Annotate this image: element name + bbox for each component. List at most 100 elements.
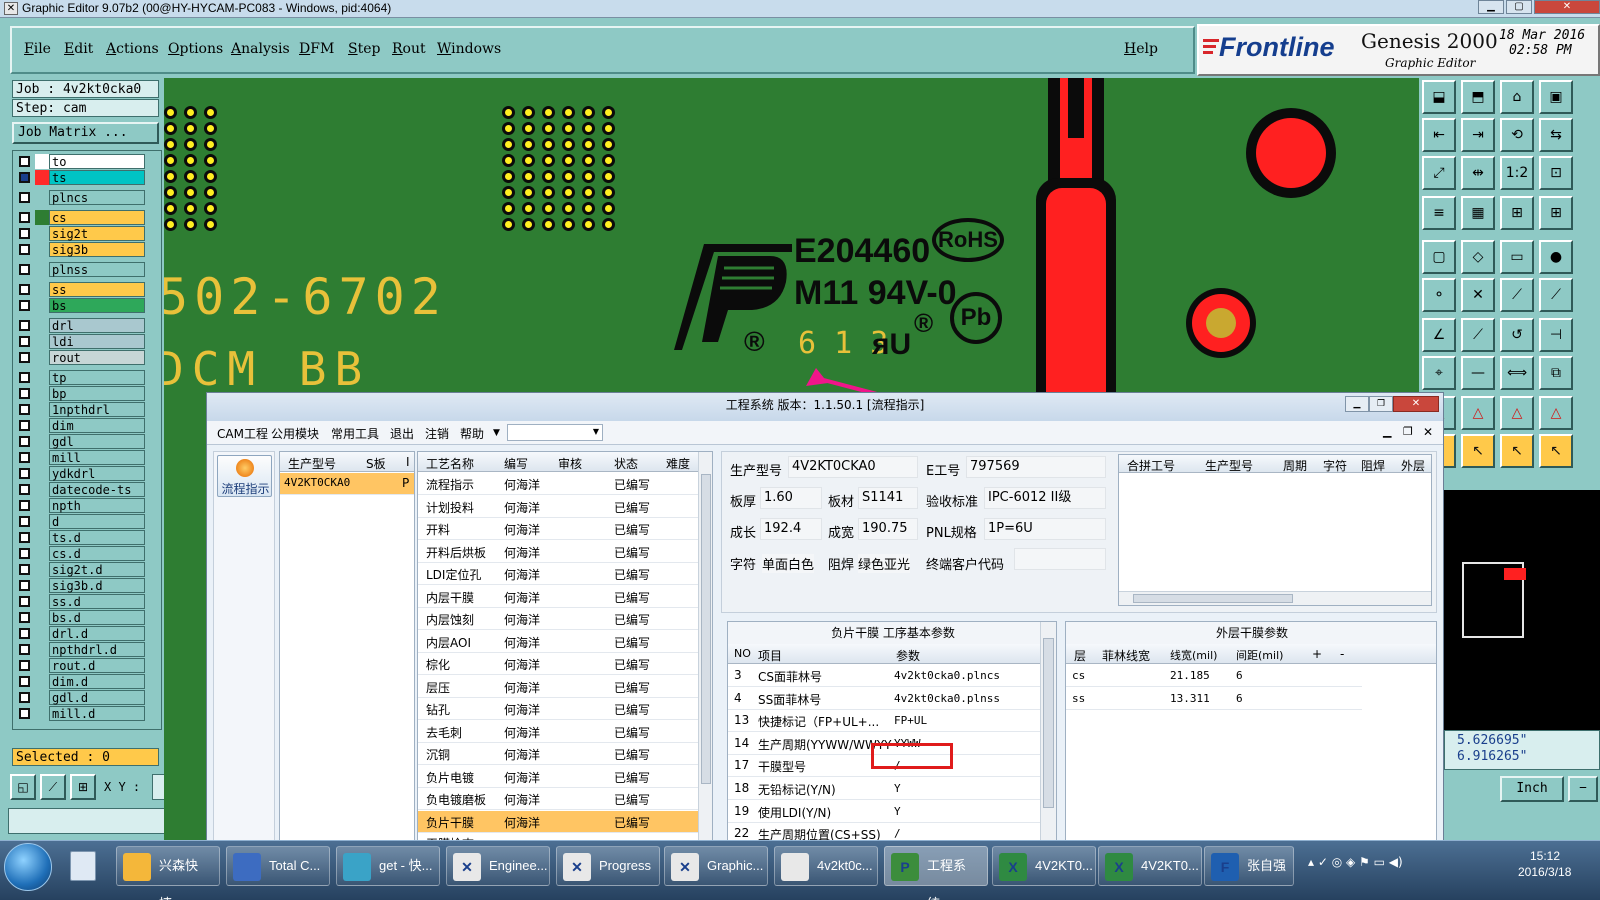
layer-row-rout[interactable]: rout [13, 350, 163, 365]
graphic-canvas[interactable]: 502-6702 DCM BB E204460 M11 94V-0 RoHS P… [164, 78, 1419, 400]
layer-checkbox[interactable] [19, 708, 30, 719]
process-row[interactable]: 负片干膜 何海洋 已编写 [418, 810, 698, 833]
process-row[interactable]: 棕化 何海洋 已编写 [418, 653, 698, 675]
layer-checkbox[interactable] [19, 264, 30, 275]
copy-icon[interactable]: ⧉ [1539, 356, 1573, 390]
layer-color-swatch[interactable] [35, 154, 49, 169]
frame-icon[interactable]: ⊡ [1539, 156, 1573, 190]
redraw-icon[interactable]: ⟲ [1500, 118, 1534, 152]
process-scrollbar[interactable] [698, 452, 712, 858]
add-row-button[interactable]: + [1312, 647, 1322, 661]
cam-menu-chevron-icon[interactable]: ▼ [493, 428, 500, 438]
taskbar-item[interactable]: ✕ Progress [556, 846, 660, 886]
layer-name[interactable]: ts.d [49, 530, 145, 545]
layer-checkbox[interactable] [19, 612, 30, 623]
taskbar-item[interactable]: Total C... [226, 846, 330, 886]
layer-name[interactable]: dim.d [49, 674, 145, 689]
cam-restore-button[interactable]: ❐ [1369, 396, 1393, 412]
swap-icon[interactable]: ⇆ [1539, 118, 1573, 152]
layer-name[interactable]: plncs [49, 190, 145, 205]
process-row[interactable]: 钻孔 何海洋 已编写 [418, 698, 698, 720]
layer-name[interactable]: d [49, 514, 145, 529]
taskbar-item[interactable]: F 张自强 [1204, 846, 1294, 886]
merge-h-scrollbar[interactable] [1119, 591, 1431, 605]
menu-dfm[interactable]: DFM [299, 41, 334, 57]
layer-row-ts.d[interactable]: ts.d [13, 530, 163, 545]
process-row[interactable]: 流程指示 何海洋 已编写 [418, 473, 698, 495]
layer-row-sig2t[interactable]: sig2t [13, 226, 163, 241]
cam-menu-exit[interactable]: 退出 [390, 425, 414, 442]
layer-checkbox[interactable] [19, 484, 30, 495]
layer-color-swatch[interactable] [35, 190, 49, 205]
layer-color-swatch[interactable] [35, 334, 49, 349]
param-row[interactable]: 19 使用LDI(Y/N) Y [728, 801, 1040, 823]
process-row[interactable]: 内层干膜 何海洋 已编写 [418, 586, 698, 608]
shape-icon[interactable]: ◇ [1461, 240, 1495, 274]
menu-file[interactable]: File [24, 41, 51, 57]
layer-row-bs.d[interactable]: bs.d [13, 610, 163, 625]
layer-color-swatch[interactable] [35, 626, 49, 641]
layer-color-swatch[interactable] [35, 530, 49, 545]
layer-checkbox[interactable] [19, 436, 30, 447]
layer-color-swatch[interactable] [35, 298, 49, 313]
layer-checkbox[interactable] [19, 532, 30, 543]
process-row[interactable]: 计划投料 何海洋 已编写 [418, 496, 698, 518]
process-row[interactable]: 沉铜 何海洋 已编写 [418, 743, 698, 765]
layer-name[interactable]: npth [49, 498, 145, 513]
layer-row-1npthdrl[interactable]: 1npthdrl [13, 402, 163, 417]
layer-row-sig2t.d[interactable]: sig2t.d [13, 562, 163, 577]
quicklaunch-calc-icon[interactable] [70, 851, 96, 881]
fit-width-icon[interactable]: ⇹ [1461, 156, 1495, 190]
layer-color-swatch[interactable] [35, 434, 49, 449]
layer-color-swatch[interactable] [35, 642, 49, 657]
square-icon[interactable]: ▢ [1422, 240, 1456, 274]
layer-color-swatch[interactable] [35, 318, 49, 333]
minimize-button[interactable]: ▁ [1478, 0, 1504, 14]
cam-menu-public[interactable]: 公用模块 [271, 425, 319, 442]
layer-color-swatch[interactable] [35, 674, 49, 689]
process-row[interactable]: LDI定位孔 何海洋 已编写 [418, 563, 698, 585]
cam-toolbar-combo[interactable]: ▼ [507, 424, 603, 441]
layer-name[interactable]: sig2t [49, 226, 145, 241]
pan-left-icon[interactable]: ⇤ [1422, 118, 1456, 152]
layer-name[interactable]: npthdrl.d [49, 642, 145, 657]
layer-row-ss.d[interactable]: ss.d [13, 594, 163, 609]
tray-icons[interactable]: ▴ ✓ ◎ ◈ ⚑ ▭ ◀) [1308, 855, 1403, 869]
layer-name[interactable]: cs [49, 210, 145, 225]
layer-name[interactable]: rout.d [49, 658, 145, 673]
line2-icon[interactable]: ⟋ [1539, 278, 1573, 312]
scale-icon[interactable]: 1:2 [1500, 156, 1534, 190]
layer-row-drl[interactable]: drl [13, 318, 163, 333]
list-icon[interactable]: ≡ [1422, 196, 1456, 230]
layer-row-tp[interactable]: tp [13, 370, 163, 385]
measure-icon[interactable]: ⟋ [40, 774, 66, 800]
snap-icon[interactable]: ⊞ [1500, 196, 1534, 230]
process-row[interactable]: 开料 何海洋 已编写 [418, 518, 698, 540]
layer-color-swatch[interactable] [35, 450, 49, 465]
taskbar-item[interactable]: 4v2kt0c... [774, 846, 878, 886]
process-row[interactable]: 负片电镀 何海洋 已编写 [418, 766, 698, 788]
process-row[interactable]: 去毛刺 何海洋 已编写 [418, 721, 698, 743]
layer-color-swatch[interactable] [35, 578, 49, 593]
zoom-out-icon[interactable]: ⬒ [1461, 80, 1495, 114]
taskbar-item[interactable]: ✕ Enginee... [446, 846, 550, 886]
layer-row-sig3b[interactable]: sig3b [13, 242, 163, 257]
node-icon[interactable]: ⚬ [1422, 278, 1456, 312]
layer-checkbox[interactable] [19, 692, 30, 703]
layer-color-swatch[interactable] [35, 466, 49, 481]
layer-name[interactable]: tp [49, 370, 145, 385]
layer-name[interactable]: ss [49, 282, 145, 297]
line-icon[interactable]: ⟋ [1500, 278, 1534, 312]
layer-row-gdl[interactable]: gdl [13, 434, 163, 449]
layer-color-swatch[interactable] [35, 210, 49, 225]
layer-checkbox[interactable] [19, 320, 30, 331]
start-button[interactable] [4, 843, 52, 891]
layer-row-cs.d[interactable]: cs.d [13, 546, 163, 561]
pointer3-icon[interactable]: ↖ [1500, 434, 1534, 468]
flow-indicator-button[interactable]: 流程指示 [217, 455, 272, 497]
remove-row-button[interactable]: - [1340, 647, 1344, 661]
params-scroll-thumb[interactable] [1043, 638, 1054, 808]
layer-row-ts[interactable]: ts [13, 170, 163, 185]
layer-checkbox[interactable] [19, 284, 30, 295]
layer-color-swatch[interactable] [35, 658, 49, 673]
